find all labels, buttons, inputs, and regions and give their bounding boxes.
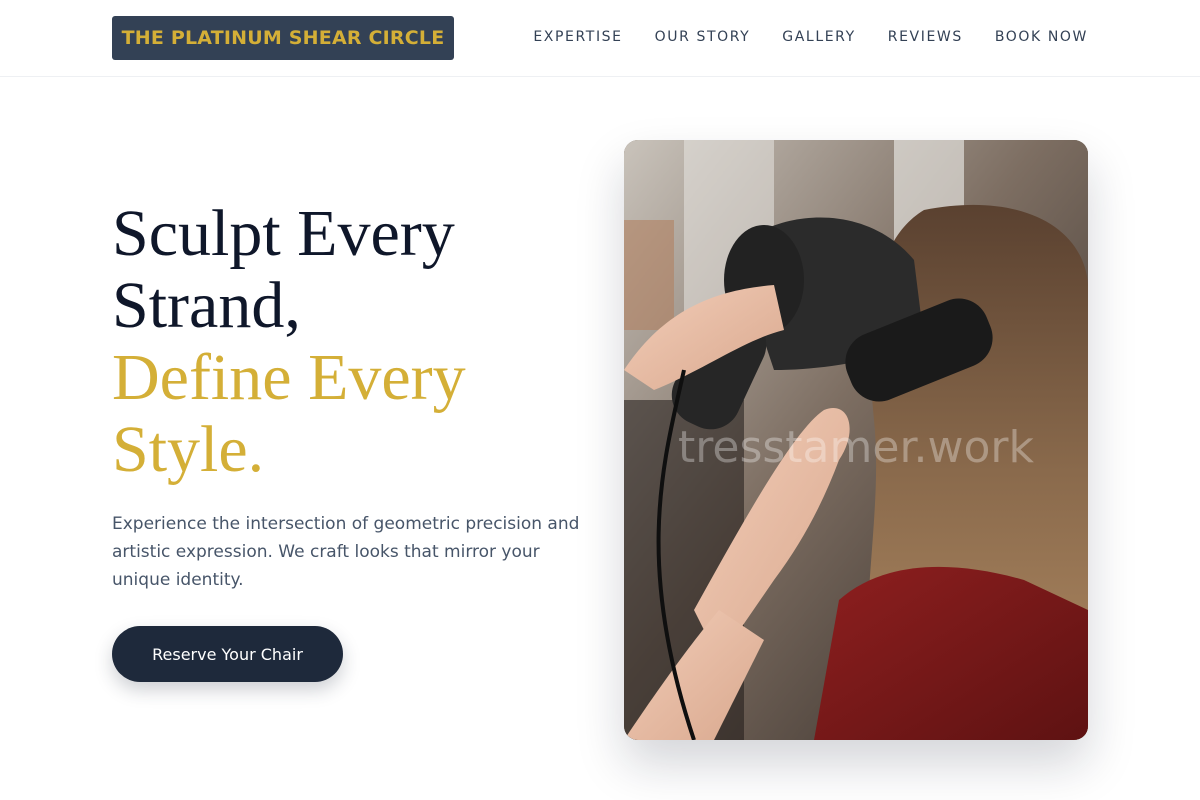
headline-line-2: Strand, <box>112 269 301 342</box>
nav-item-expertise[interactable]: EXPERTISE <box>533 27 622 47</box>
headline-line-1: Sculpt Every <box>112 197 455 270</box>
nav-item-reviews[interactable]: REVIEWS <box>888 27 963 47</box>
nav-item-gallery[interactable]: GALLERY <box>782 27 855 47</box>
image-watermark: tresstamer.work <box>678 422 1034 473</box>
headline-accent-line-1: Define Every <box>112 341 466 414</box>
nav-item-book-now[interactable]: BOOK NOW <box>995 27 1088 47</box>
headline-accent-line-2: Style. <box>112 413 265 486</box>
brand-logo[interactable]: THE PLATINUM SHEAR CIRCLE <box>112 16 454 60</box>
hero-section: Sculpt Every Strand, Define Every Style.… <box>112 198 592 594</box>
hero-description: Experience the intersection of geometric… <box>112 514 580 590</box>
site-header: THE PLATINUM SHEAR CIRCLE EXPERTISE OUR … <box>0 0 1200 77</box>
hero-image: tresstamer.work <box>624 140 1088 740</box>
nav-item-our-story[interactable]: OUR STORY <box>655 27 751 47</box>
hero-headline: Sculpt Every Strand, Define Every Style. <box>112 198 592 486</box>
reserve-chair-button[interactable]: Reserve Your Chair <box>112 626 343 682</box>
main-nav: EXPERTISE OUR STORY GALLERY REVIEWS BOOK… <box>533 27 1088 47</box>
